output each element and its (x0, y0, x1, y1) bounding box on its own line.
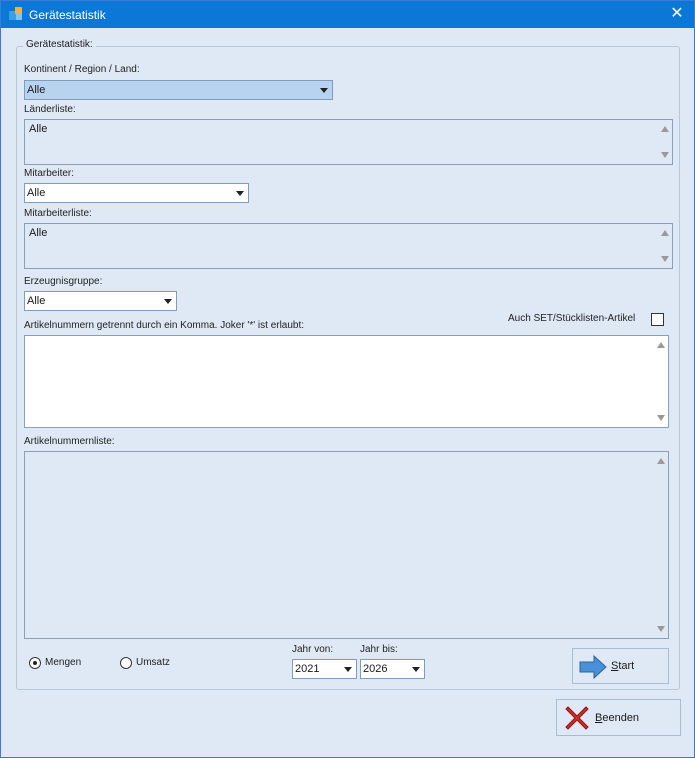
year-from-label: Jahr von: (292, 644, 334, 655)
app-icon (9, 7, 22, 20)
region-select[interactable]: Alle (24, 80, 333, 100)
year-from-value: 2021 (295, 663, 320, 675)
countries-list[interactable]: Alle (24, 119, 673, 165)
close-x-icon (565, 706, 589, 730)
title-bar: Gerätestatistik ✕ (1, 1, 694, 28)
chevron-down-icon[interactable] (232, 184, 248, 202)
article-list[interactable] (24, 451, 669, 639)
start-button[interactable]: Start (572, 648, 669, 684)
scrollbar[interactable] (654, 336, 668, 427)
scroll-down-icon[interactable] (661, 152, 669, 158)
scrollbar[interactable] (654, 452, 668, 638)
scroll-up-icon[interactable] (657, 342, 665, 348)
chevron-down-icon[interactable] (316, 81, 332, 99)
region-value: Alle (27, 84, 46, 96)
chevron-down-icon[interactable] (160, 292, 176, 310)
group-legend: Gerätestatistik: (23, 39, 96, 50)
scroll-down-icon[interactable] (657, 415, 665, 421)
radio-umsatz-label[interactable]: Umsatz (136, 657, 170, 668)
start-label: Start (611, 660, 635, 672)
employee-label: Mitarbeiter: (24, 168, 75, 179)
chevron-down-icon[interactable] (408, 660, 424, 678)
arrow-right-icon (579, 654, 607, 680)
scroll-up-icon[interactable] (657, 458, 665, 464)
article-numbers-input[interactable] (24, 335, 669, 428)
chevron-down-icon[interactable] (340, 660, 356, 678)
radio-mengen[interactable] (29, 657, 41, 669)
scroll-up-icon[interactable] (661, 230, 669, 236)
employees-label: Mitarbeiterliste: (24, 208, 92, 219)
countries-label: Länderliste: (24, 104, 76, 115)
article-numbers-label: Artikelnummern getrennt durch ein Komma.… (24, 320, 305, 331)
region-label: Kontinent / Region / Land: (24, 64, 140, 75)
set-articles-label: Auch SET/Stücklisten-Artikel (508, 313, 636, 324)
scrollbar[interactable] (658, 120, 672, 164)
set-articles-checkbox[interactable] (651, 313, 664, 326)
statistics-window: Gerätestatistik ✕ Gerätestatistik: Konti… (0, 0, 695, 758)
year-to-value: 2026 (363, 663, 388, 675)
scrollbar[interactable] (658, 224, 672, 268)
employee-value: Alle (27, 187, 46, 199)
scroll-up-icon[interactable] (661, 126, 669, 132)
product-group-select[interactable]: Alle (24, 291, 177, 311)
window-title: Gerätestatistik (29, 8, 106, 22)
product-group-value: Alle (27, 295, 46, 307)
scroll-down-icon[interactable] (657, 626, 665, 632)
employee-select[interactable]: Alle (24, 183, 249, 203)
article-list-label: Artikelnummernliste: (24, 436, 115, 447)
product-group-label: Erzeugnisgruppe: (24, 276, 103, 287)
list-item[interactable]: Alle (29, 123, 47, 135)
scroll-down-icon[interactable] (661, 256, 669, 262)
quit-label: Beenden (595, 712, 640, 724)
list-item[interactable]: Alle (29, 227, 47, 239)
close-icon[interactable]: ✕ (668, 5, 686, 23)
radio-umsatz[interactable] (120, 657, 132, 669)
radio-mengen-label[interactable]: Mengen (45, 657, 81, 668)
year-from-select[interactable]: 2021 (292, 659, 357, 679)
year-to-label: Jahr bis: (360, 644, 398, 655)
employees-list[interactable]: Alle (24, 223, 673, 269)
quit-button[interactable]: Beenden (556, 699, 681, 736)
year-to-select[interactable]: 2026 (360, 659, 425, 679)
